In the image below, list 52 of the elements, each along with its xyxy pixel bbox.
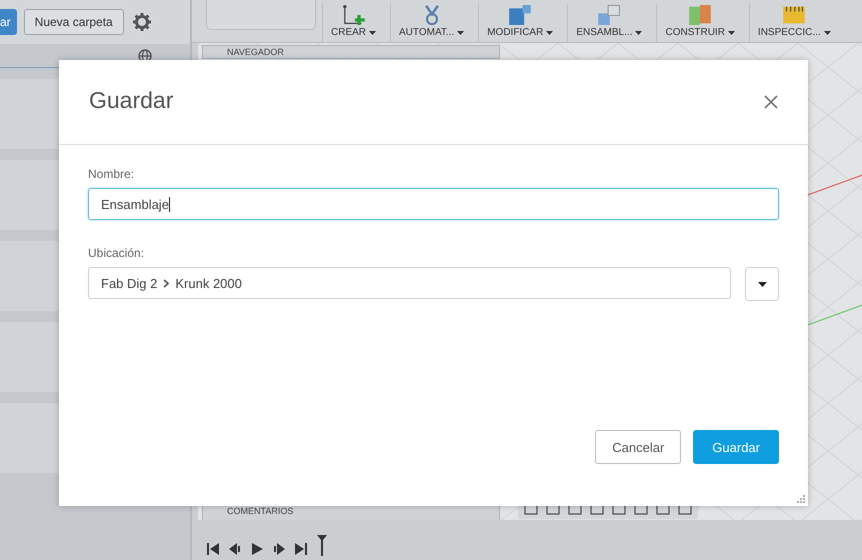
field-label: Nombre: [88, 167, 136, 181]
tool-label: CREAR [331, 27, 366, 38]
toolbar-menu-button[interactable]: AUTOMAT... [390, 3, 472, 42]
location-field[interactable]: Fab Dig 2 Krunk 2000 [88, 267, 731, 299]
breadcrumb-item[interactable]: Krunk 2000 [175, 276, 242, 290]
toolbar-menu-button[interactable]: MODIFICAR [478, 3, 562, 42]
close-icon [764, 95, 778, 109]
toolbar-menu-button[interactable]: ENSAMBL... [567, 3, 650, 42]
dialog-title: Guardar [89, 86, 174, 114]
step-back-icon [228, 542, 242, 556]
field-label: Ubicación: [88, 246, 146, 260]
caret-icon [546, 30, 554, 34]
breadcrumb-item[interactable]: Fab Dig 2 [101, 276, 158, 290]
tool-icon [689, 5, 712, 25]
play-icon [250, 542, 264, 556]
tool-icon [598, 5, 620, 25]
caret-icon [635, 30, 642, 34]
timeline-marker-icon [316, 534, 328, 556]
resize-grip-icon [797, 495, 805, 503]
toolbar-menu-button[interactable]: INSPECCIC... [748, 3, 839, 42]
chevron-right-icon [163, 278, 170, 288]
toolbar-menu-button[interactable]: CONSTRUIR [656, 3, 743, 42]
caret-icon [728, 30, 735, 34]
tool-label: ENSAMBL... [576, 27, 632, 38]
panel-title: COMENTARIOS [227, 506, 294, 516]
caret-icon [758, 282, 766, 286]
new-folder-button[interactable]: Nueva carpeta [24, 9, 124, 35]
close-button[interactable] [762, 93, 780, 111]
tool-label: CONSTRUIR [665, 27, 725, 38]
skip-to-end-icon [294, 542, 308, 556]
caret-icon [824, 30, 831, 34]
tool-icon [783, 5, 806, 25]
caret-icon [457, 30, 464, 34]
tool-label: AUTOMAT... [399, 27, 454, 38]
panel-title: NAVEGADOR [227, 47, 284, 57]
browser-panel-header[interactable]: NAVEGADOR [202, 45, 500, 59]
toolbar-menu-button[interactable]: CREAR [322, 3, 384, 42]
name-input-field[interactable]: Ensamblaje [88, 188, 779, 220]
text-cursor [168, 196, 170, 212]
input-value: Ensamblaje [101, 196, 169, 212]
caret-icon [369, 30, 376, 34]
step-forward-icon [272, 542, 286, 556]
cancel-button[interactable]: Cancelar [595, 430, 682, 464]
skip-to-start-icon [206, 542, 220, 556]
upload-button[interactable]: ar [0, 9, 17, 35]
tool-label: INSPECCIC... [758, 27, 821, 38]
tool-icon [509, 5, 532, 25]
settings-icon [132, 13, 151, 31]
tool-icon [342, 5, 364, 25]
workspace-button[interactable] [206, 0, 316, 30]
dropdown-button[interactable] [745, 267, 779, 301]
tool-label: MODIFICAR [487, 27, 544, 38]
